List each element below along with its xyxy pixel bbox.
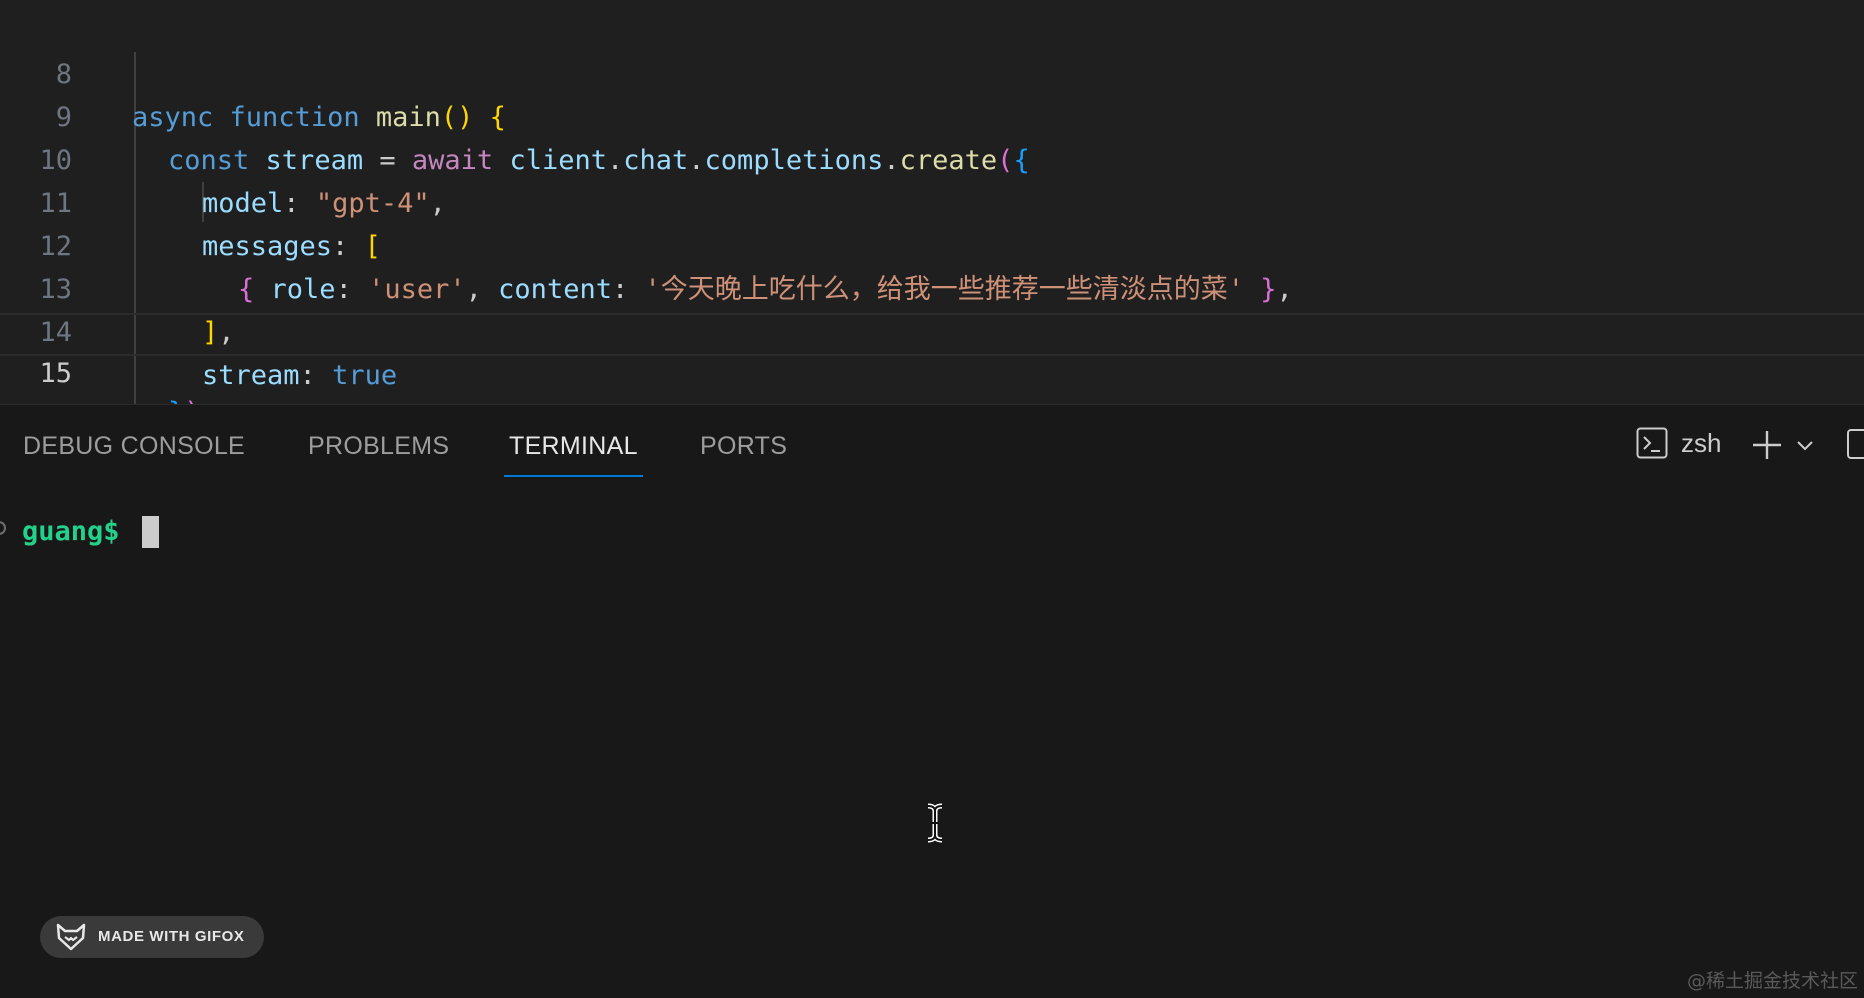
- plus-icon[interactable]: [1750, 428, 1784, 462]
- code-line[interactable]: 12 { role: 'user', content: '今天晚上吃什么，给我一…: [0, 182, 1864, 305]
- tab-problems[interactable]: PROBLEMS: [308, 405, 449, 475]
- code-line[interactable]: 16: [0, 356, 1864, 399]
- split-terminal-icon[interactable]: [1846, 428, 1864, 460]
- gifox-label: MADE WITH GIFOX: [98, 928, 245, 945]
- code-line[interactable]: 11 messages: [: [0, 139, 1864, 262]
- bottom-panel: DEBUG CONSOLE PROBLEMS TERMINAL PORTS: [0, 404, 1864, 998]
- watermark: @稀土掘金技术社区: [1686, 970, 1858, 992]
- terminal-prompt: guang$: [22, 516, 120, 547]
- fox-logo-icon: [56, 923, 86, 951]
- gifox-badge: MADE WITH GIFOX: [40, 916, 264, 958]
- code-editor[interactable]: 8 async function main() { 9 const stream…: [0, 0, 1864, 404]
- code-line[interactable]: 9 const stream = await client.chat.compl…: [0, 53, 1864, 176]
- code-line[interactable]: 14 stream: true: [0, 268, 1864, 391]
- tab-debug-console[interactable]: DEBUG CONSOLE: [23, 405, 245, 475]
- terminal-icon[interactable]: [1636, 427, 1668, 459]
- code-line[interactable]: 10 model: "gpt-4",: [0, 96, 1864, 219]
- text-cursor-icon: [927, 803, 943, 843]
- code-line[interactable]: 13 ],: [0, 225, 1864, 348]
- code-line-current[interactable]: 15 });: [0, 313, 1864, 404]
- code-line[interactable]: 8 async function main() {: [0, 10, 1864, 133]
- chevron-down-icon[interactable]: [1795, 436, 1815, 456]
- terminal-cursor: [142, 516, 159, 548]
- tab-ports[interactable]: PORTS: [700, 405, 787, 475]
- terminal-shell-label[interactable]: zsh: [1681, 425, 1721, 461]
- tab-terminal[interactable]: TERMINAL: [504, 405, 643, 477]
- panel-tabs: DEBUG CONSOLE PROBLEMS TERMINAL PORTS: [0, 405, 1864, 477]
